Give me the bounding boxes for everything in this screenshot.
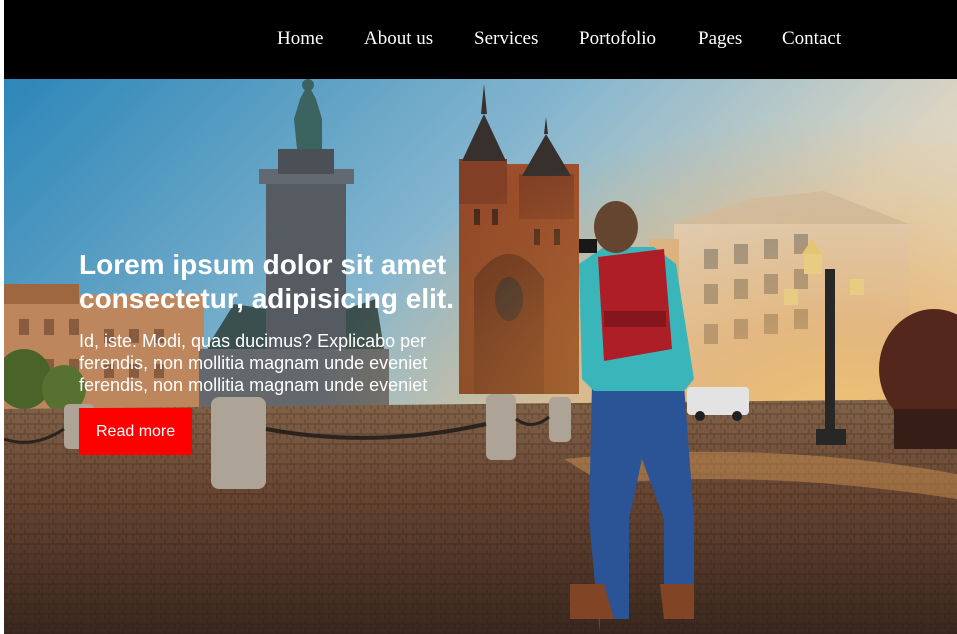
read-more-button[interactable]: Read more [79,408,193,455]
nav-menu: Home About us Services Portofolio Pages … [4,27,957,51]
nav-item-portofolio[interactable]: Portofolio [579,27,656,51]
hero-title-line-1: Lorem ipsum dolor sit amet [79,249,447,280]
hero-title: Lorem ipsum dolor sit amet consectetur, … [79,248,499,316]
hero-title-line-2: consectetur, adipisicing elit. [79,283,454,314]
nav-item-contact[interactable]: Contact [782,27,841,51]
page-edge [0,0,4,634]
hero-content: Lorem ipsum dolor sit amet consectetur, … [79,248,499,455]
nav-item-services[interactable]: Services [474,27,538,51]
nav-item-home[interactable]: Home [277,27,323,51]
page: Home About us Services Portofolio Pages … [0,0,957,634]
hero-description: Id, iste. Modi, quas ducimus? Explicabo … [79,331,428,395]
navbar: Home About us Services Portofolio Pages … [4,0,957,79]
hero-section: Lorem ipsum dolor sit amet consectetur, … [4,79,957,634]
nav-item-about-us[interactable]: About us [364,27,433,51]
nav-item-pages[interactable]: Pages [698,27,742,51]
